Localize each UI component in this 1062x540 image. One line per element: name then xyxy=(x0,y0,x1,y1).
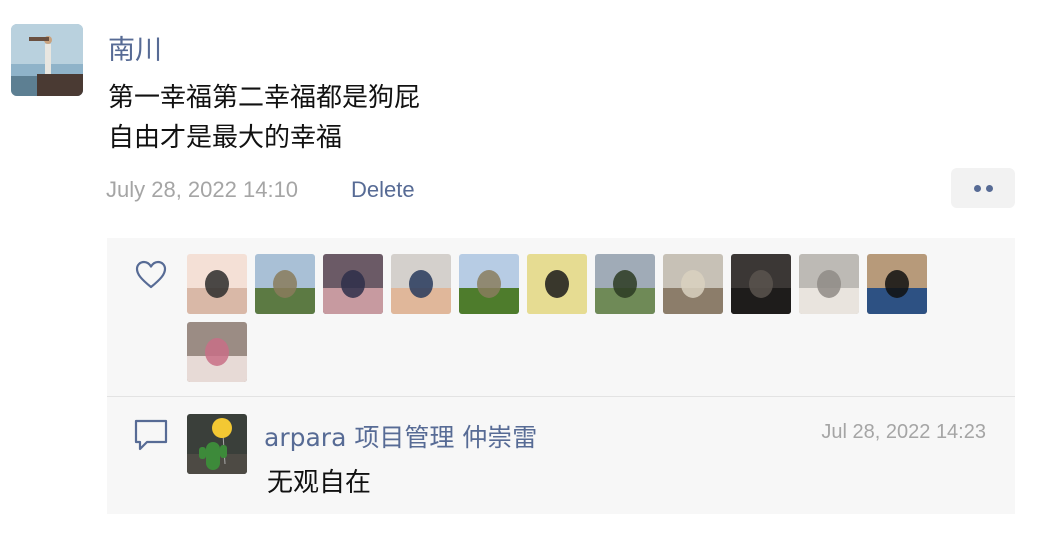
liker-avatar[interactable] xyxy=(731,254,791,314)
post-line-2: 自由才是最大的幸福 xyxy=(108,123,343,153)
more-options-button[interactable] xyxy=(951,168,1015,208)
liker-avatar[interactable] xyxy=(187,322,247,382)
liker-avatar[interactable] xyxy=(391,254,451,314)
post-author-avatar[interactable] xyxy=(11,24,83,96)
commenter-name[interactable]: arpara 项目管理 仲崇雷 xyxy=(264,418,537,454)
liker-avatar[interactable] xyxy=(867,254,927,314)
post-line-1: 第一幸福第二幸福都是狗屁 xyxy=(108,83,421,113)
commenter-avatar[interactable] xyxy=(187,414,247,474)
liker-avatar[interactable] xyxy=(187,254,247,314)
comment-timestamp: Jul 28, 2022 14:23 xyxy=(821,421,986,443)
liker-avatar[interactable] xyxy=(595,254,655,314)
post-content: 第一幸福第二幸福都是狗屁 自由才是最大的幸福 xyxy=(108,78,420,158)
comment-icon xyxy=(133,418,169,452)
delete-button[interactable]: Delete xyxy=(351,177,415,203)
liker-avatar[interactable] xyxy=(459,254,519,314)
liker-avatar[interactable] xyxy=(323,254,383,314)
liker-avatar[interactable] xyxy=(663,254,723,314)
liker-avatar[interactable] xyxy=(255,254,315,314)
liker-avatar[interactable] xyxy=(799,254,859,314)
divider xyxy=(107,396,1015,397)
post-timestamp: July 28, 2022 14:10 xyxy=(106,177,299,202)
liker-avatar[interactable] xyxy=(527,254,587,314)
more-dot-icon xyxy=(974,185,981,192)
comment-text[interactable]: 无观自在 xyxy=(267,462,371,499)
post-author-name[interactable]: 南川 xyxy=(108,28,162,67)
heart-icon xyxy=(135,260,167,290)
likes-comments-panel: arpara 项目管理 仲崇雷 Jul 28, 2022 14:23 无观自在 xyxy=(107,238,1015,514)
more-dot-icon xyxy=(986,185,993,192)
